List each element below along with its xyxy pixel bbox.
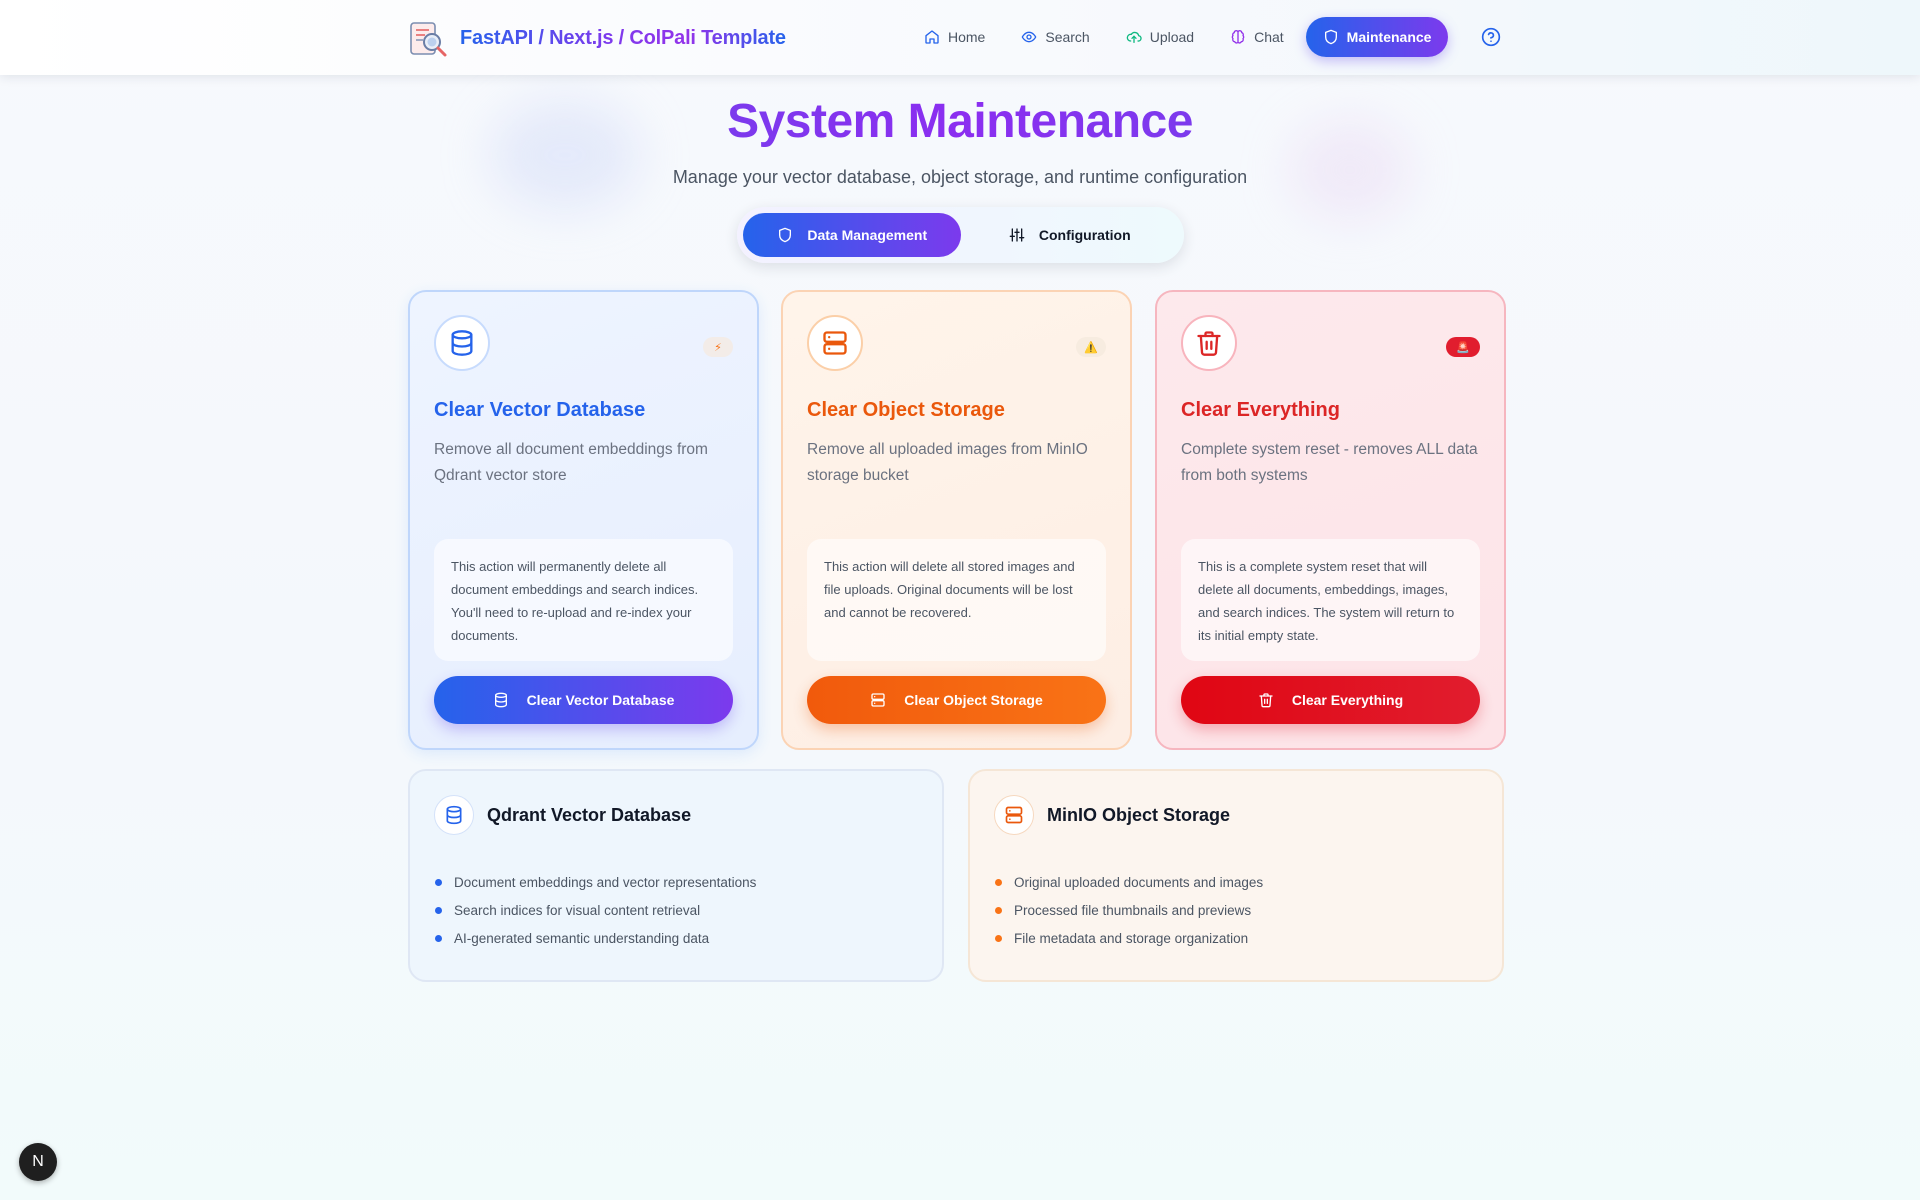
nav-item-chat[interactable]: Chat [1216,17,1298,57]
clear-vector-database-button[interactable]: Clear Vector Database [434,676,733,724]
nav-item-label: Chat [1254,29,1284,45]
card-title: Clear Object Storage [807,399,1005,421]
nextjs-dev-badge[interactable]: N [19,1143,57,1181]
list-item: AI-generated semantic understanding data [434,929,918,957]
trash-icon [1259,693,1273,708]
list-item: File metadata and storage organization [994,929,1478,957]
database-icon [451,330,473,356]
database-icon [446,805,462,825]
bullet-dot [435,879,442,886]
warning-badge-icon: ⚠️ [1076,337,1106,357]
card-clear-everything: 🚨 Clear Everything Complete system reset… [1155,290,1506,750]
info-title: MinIO Object Storage [1047,804,1231,825]
card-warning-text: This is a complete system reset that wil… [1181,539,1480,661]
card-description: Complete system reset - removes ALL data… [1181,441,1478,484]
info-list: Original uploaded documents and images P… [994,873,1478,957]
bullet-dot [995,907,1002,914]
nav-item-maintenance[interactable]: Maintenance [1305,17,1449,57]
clear-object-storage-button[interactable]: Clear Object Storage [807,676,1106,724]
siren-badge-icon: 🚨 [1446,337,1480,357]
shield-icon [779,227,792,243]
bullet-dot [995,935,1002,942]
app-title: FastAPI / Next.js / ColPali Template [460,26,786,49]
server-icon [823,331,847,355]
list-item-text: Document embeddings and vector represent… [454,875,757,890]
home-icon [925,30,939,44]
list-item-text: Search indices for visual content retrie… [454,903,701,918]
eye-icon [1022,31,1037,43]
database-icon [494,692,507,708]
card-title: Clear Vector Database [434,399,646,421]
document-search-logo-icon [410,22,447,57]
nav-item-label: Search [1045,29,1090,45]
list-item-text: AI-generated semantic understanding data [454,931,710,946]
button-label: Clear Object Storage [904,692,1043,708]
nav-item-label: Maintenance [1346,29,1432,45]
card-warning-text: This action will delete all stored image… [807,539,1106,661]
cloud-upload-icon [1126,31,1142,43]
card-clear-object-storage: ⚠️ Clear Object Storage Remove all uploa… [781,290,1132,750]
nav-item-home[interactable]: Home [910,17,999,57]
card-warning-text: This action will permanently delete all … [434,539,733,661]
info-header: MinIO Object Storage [994,795,1478,835]
main-nav: Home Search Upload Chat Maintenance [910,17,1456,57]
list-item: Document embeddings and vector represent… [434,873,918,901]
page-subtitle: Manage your vector database, object stor… [672,167,1248,187]
brand[interactable]: FastAPI / Next.js / ColPali Template [408,18,786,58]
lightning-badge-icon: ⚡ [703,337,733,357]
button-label: Clear Everything [1291,692,1404,708]
info-icon-wrapper [434,795,474,835]
nav-item-search[interactable]: Search [1007,17,1103,57]
list-item: Search indices for visual content retrie… [434,901,918,929]
card-clear-vector-database: ⚡ Clear Vector Database Remove all docum… [408,290,759,750]
server-icon [1005,806,1023,824]
nav-item-upload[interactable]: Upload [1112,17,1208,57]
maintenance-tabs: Data Management Configuration [737,207,1184,263]
info-icon-wrapper [994,795,1034,835]
card-description: Remove all document embeddings from Qdra… [434,441,708,484]
help-circle-icon[interactable] [1481,27,1501,47]
list-item-text: Processed file thumbnails and previews [1014,903,1252,918]
shield-icon [1324,29,1337,45]
card-icon-wrapper [434,315,490,371]
list-item: Processed file thumbnails and previews [994,901,1478,929]
info-title: Qdrant Vector Database [487,804,692,825]
bullet-dot [435,907,442,914]
card-title: Clear Everything [1181,399,1340,421]
clear-everything-button[interactable]: Clear Everything [1181,676,1480,724]
minio-info-panel: MinIO Object Storage Original uploaded d… [968,769,1504,982]
top-navbar: FastAPI / Next.js / ColPali Template Hom… [0,0,1920,75]
nav-item-label: Home [948,29,986,45]
page-title: System Maintenance [727,95,1193,148]
bullet-dot [995,879,1002,886]
list-item-text: Original uploaded documents and images [1014,875,1264,890]
tab-label: Configuration [1038,227,1131,243]
qdrant-info-panel: Qdrant Vector Database Document embeddin… [408,769,944,982]
nav-item-label: Upload [1149,29,1195,45]
card-icon-wrapper [807,315,863,371]
info-header: Qdrant Vector Database [434,795,918,835]
tab-data-management[interactable]: Data Management [743,213,962,257]
brain-icon [1231,30,1245,44]
list-item: Original uploaded documents and images [994,873,1478,901]
info-list: Document embeddings and vector represent… [434,873,918,957]
card-icon-wrapper [1181,315,1237,371]
card-description: Remove all uploaded images from MinIO st… [807,441,1088,484]
button-label: Clear Vector Database [526,692,675,708]
list-item-text: File metadata and storage organization [1014,931,1249,946]
trash-icon [1197,331,1221,356]
tab-label: Data Management [807,227,928,243]
bullet-dot [435,935,442,942]
sliders-icon [1009,228,1025,242]
server-icon [871,693,885,707]
tab-configuration[interactable]: Configuration [961,213,1178,257]
